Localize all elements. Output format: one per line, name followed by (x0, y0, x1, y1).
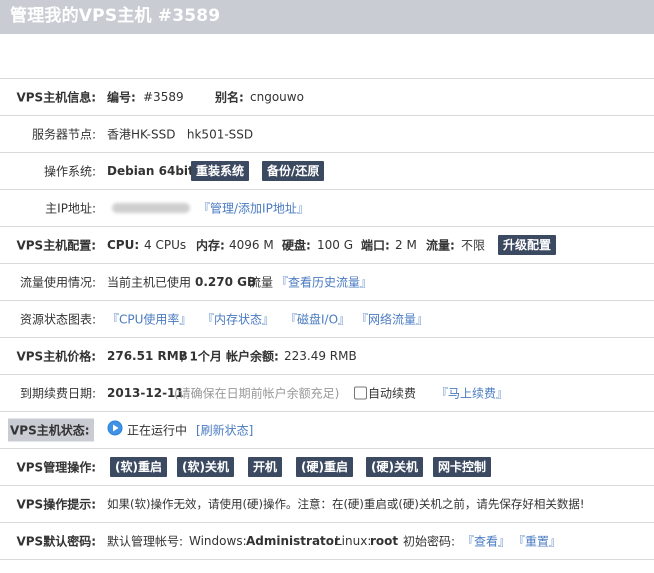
page-title: 管理我的VPS主机 #3589 (0, 0, 654, 34)
row-vps-config: VPS主机配置: CPU: 4 CPUs 内存: 4096 M 硬盘: 100 … (0, 227, 654, 264)
balance-label: 帐户余额: (226, 349, 279, 364)
status-value: 正在运行中 (127, 423, 188, 438)
hard-reboot-button[interactable]: (硬)重启 (296, 457, 353, 477)
disk-value: 100 G (317, 238, 354, 252)
reset-password-link[interactable]: 『重置』 (513, 533, 561, 550)
row-traffic-usage: 流量使用情况: 当前主机已使用 0.270 GB 流量 『查看历史流量』 (0, 264, 654, 301)
disk-label: 硬盘: (282, 238, 311, 253)
row-vps-info: VPS主机信息: 编号: #3589 别名: cngouwo (0, 79, 654, 116)
linux-account: root (370, 534, 399, 548)
port-value: 2 M (395, 238, 417, 252)
manage-ip-link[interactable]: 『管理/添加IP地址』 (198, 200, 309, 217)
server-node-value: 香港HK-SSD hk501-SSD (107, 127, 254, 142)
ip-address-redacted (112, 203, 190, 213)
balance-value: 223.49 RMB (284, 349, 357, 363)
auto-renew-checkbox[interactable] (354, 386, 367, 400)
default-password-label: VPS默认密码: (16, 534, 96, 549)
expire-date-label: 到期续费日期: (19, 386, 96, 401)
refresh-status-link[interactable]: [刷新状态] (196, 422, 253, 439)
main-ip-label: 主IP地址: (45, 201, 96, 216)
traffic-usage-prefix: 当前主机已使用 (107, 275, 192, 290)
expire-note: (请确保在日期前帐户余额充足) (174, 386, 340, 401)
account-label: 默认管理帐号: (107, 534, 184, 549)
vps-config-label: VPS主机配置: (16, 238, 96, 253)
resource-charts-label: 资源状态图表: (19, 312, 96, 327)
cpu-usage-link[interactable]: 『CPU使用率』 (107, 311, 191, 328)
traffic-history-link[interactable]: 『查看历史流量』 (276, 274, 372, 291)
traffic-usage-unit: 流量 (249, 275, 274, 290)
cpu-value: 4 CPUs (144, 238, 187, 252)
header-spacer (0, 34, 654, 79)
row-default-password: VPS默认密码: 默认管理帐号: Windows: Administrator … (0, 523, 654, 560)
row-server-node: 服务器节点: 香港HK-SSD hk501-SSD (0, 116, 654, 153)
upgrade-config-button[interactable]: 升级配置 (498, 235, 557, 255)
row-resource-charts: 资源状态图表: 『CPU使用率』 『内存状态』 『磁盘I/O』 『网络流量』 (0, 301, 654, 338)
expire-date-value: 2013-12-11 (107, 386, 184, 400)
power-on-button[interactable]: 开机 (248, 457, 283, 477)
vps-status-label: VPS主机状态: (8, 418, 94, 442)
backup-restore-button[interactable]: 备份/还原 (262, 161, 325, 181)
linux-label: Linux: (335, 534, 372, 548)
soft-reboot-button[interactable]: (软)重启 (110, 457, 167, 477)
price-period: / 1个月 (181, 349, 222, 364)
traffic-usage-value: 0.270 GB (195, 275, 257, 289)
renew-now-link[interactable]: 『马上续费』 (436, 385, 508, 402)
traffic-usage-label: 流量使用情况: (19, 275, 96, 290)
cpu-label: CPU: (107, 238, 140, 252)
row-vps-status: VPS主机状态: 正在运行中 [刷新状态] (0, 412, 654, 449)
traffic-value: 不限 (461, 238, 486, 253)
row-operation-tips: VPS操作提示: 如果(软)操作无效，请使用(硬)操作。注意：在(硬)重启或(硬… (0, 486, 654, 523)
port-label: 端口: (361, 238, 390, 253)
vps-info-label: VPS主机信息: (16, 90, 96, 105)
row-main-ip: 主IP地址: 『管理/添加IP地址』 (0, 190, 654, 227)
traffic-label: 流量: (426, 238, 455, 253)
server-node-label: 服务器节点: (31, 127, 96, 142)
network-traffic-link[interactable]: 『网络流量』 (356, 311, 428, 328)
os-label: 操作系统: (43, 164, 96, 179)
row-expire-date: 到期续费日期: 2013-12-11 (请确保在日期前帐户余额充足) 自动续费 … (0, 375, 654, 412)
operation-tips-label: VPS操作提示: (16, 497, 96, 512)
memory-status-link[interactable]: 『内存状态』 (202, 311, 274, 328)
disk-io-link[interactable]: 『磁盘I/O』 (285, 311, 350, 328)
id-value: #3589 (143, 90, 184, 104)
vps-price-label: VPS主机价格: (16, 349, 96, 364)
memory-label: 内存: (196, 238, 225, 253)
initial-password-label: 初始密码: (403, 534, 456, 549)
nic-control-button[interactable]: 网卡控制 (433, 457, 492, 477)
windows-label: Windows: (189, 534, 247, 548)
auto-renew-label[interactable]: 自动续费 (368, 385, 416, 402)
memory-value: 4096 M (229, 238, 274, 252)
hard-shutdown-button[interactable]: (硬)关机 (366, 457, 423, 477)
reinstall-os-button[interactable]: 重装系统 (191, 161, 250, 181)
os-value: Debian 64bit (107, 164, 194, 178)
soft-shutdown-button[interactable]: (软)关机 (177, 457, 234, 477)
row-vps-operations: VPS管理操作: (软)重启 (软)关机 开机 (硬)重启 (硬)关机 网卡控制 (0, 449, 654, 486)
view-password-link[interactable]: 『查看』 (462, 533, 510, 550)
row-vps-price: VPS主机价格: 276.51 RMB / 1个月 帐户余额: 223.49 R… (0, 338, 654, 375)
vps-operations-label: VPS管理操作: (16, 460, 96, 475)
alias-label: 别名: (215, 90, 244, 105)
running-play-icon (107, 420, 123, 436)
price-value: 276.51 RMB (107, 349, 188, 363)
id-label: 编号: (107, 90, 136, 105)
row-os: 操作系统: Debian 64bit 重装系统 备份/还原 (0, 153, 654, 190)
alias-value: cngouwo (250, 90, 304, 104)
operation-tips-text: 如果(软)操作无效，请使用(硬)操作。注意：在(硬)重启或(硬)关机之前，请先保… (107, 497, 585, 511)
windows-account: Administrator (246, 534, 340, 548)
